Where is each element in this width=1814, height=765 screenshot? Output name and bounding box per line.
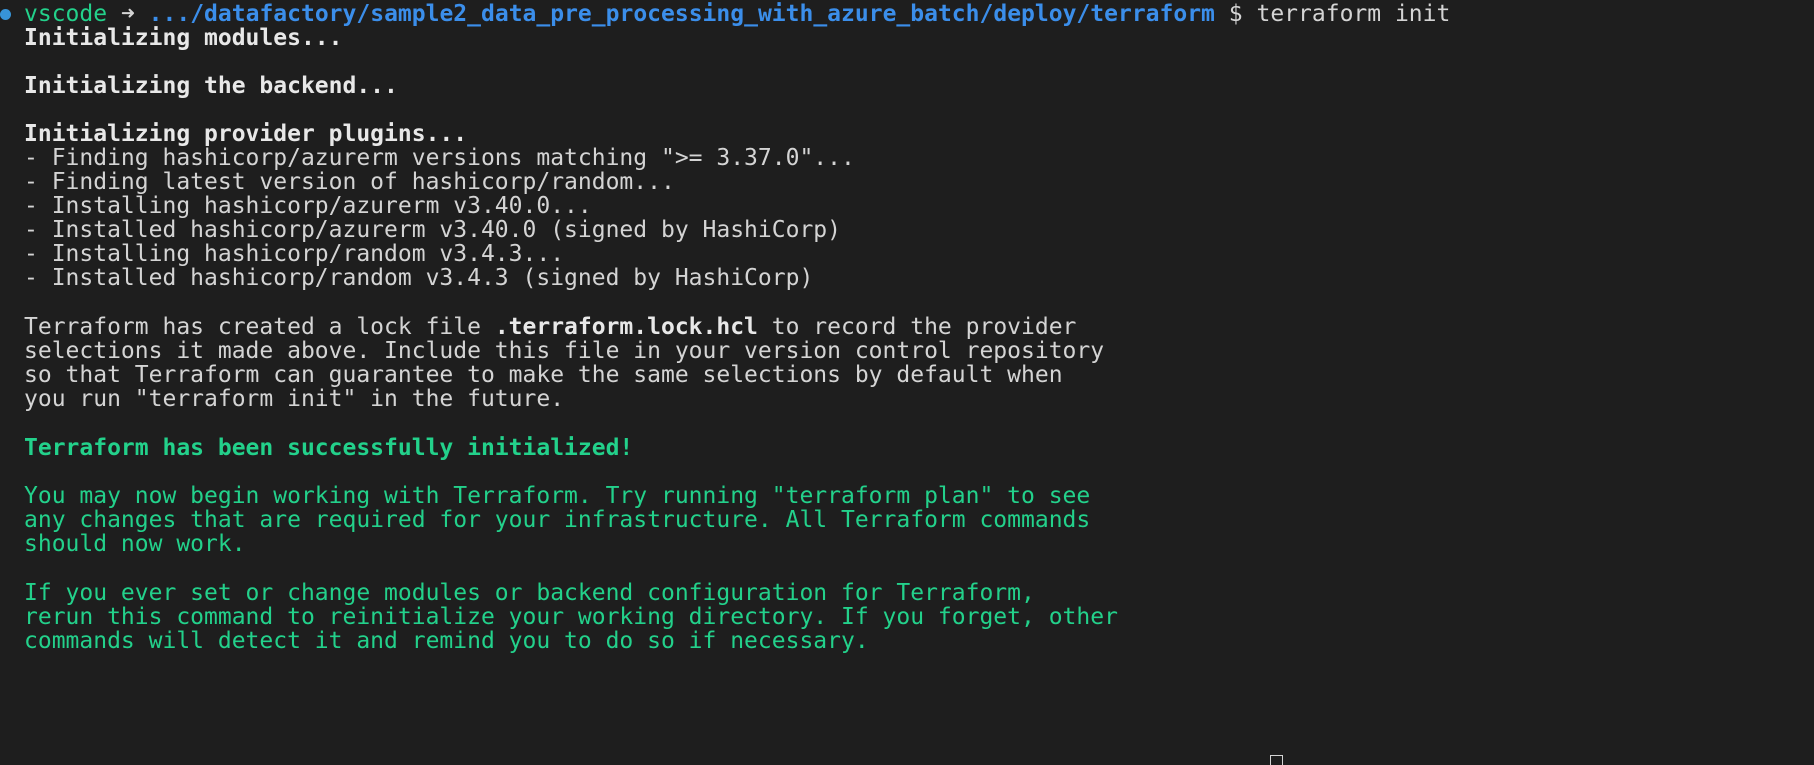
terminal-cursor: [1270, 755, 1283, 765]
command-status-dot-icon[interactable]: [0, 9, 11, 20]
output-lock-line: you run "terraform init" in the future.: [24, 386, 565, 412]
output-success-message: Terraform has been successfully initiali…: [24, 435, 634, 461]
terminal-panel[interactable]: vscode ➜ .../datafactory/sample2_data_pr…: [0, 0, 1814, 765]
output-init-modules: Initializing modules...: [24, 25, 343, 51]
output-plugin-line: - Installed hashicorp/random v3.4.3 (sig…: [24, 265, 814, 291]
output-rerun-line: commands will detect it and remind you t…: [24, 628, 869, 654]
output-begin-line: should now work.: [24, 531, 246, 557]
prompt-symbol: $: [1228, 1, 1243, 27]
output-init-backend: Initializing the backend...: [24, 73, 398, 99]
command-text: terraform init: [1256, 1, 1451, 27]
